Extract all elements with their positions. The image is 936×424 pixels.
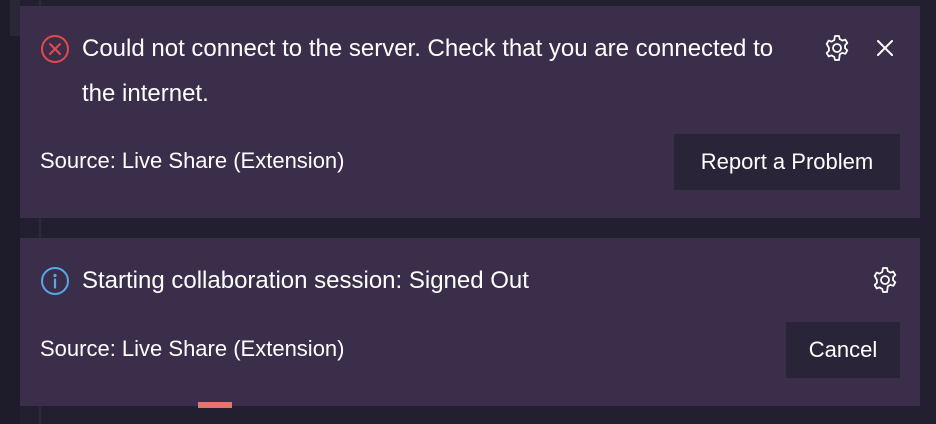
cancel-button[interactable]: Cancel bbox=[786, 322, 900, 378]
notification-error: Could not connect to the server. Check t… bbox=[20, 6, 920, 218]
report-problem-button[interactable]: Report a Problem bbox=[674, 134, 900, 190]
info-circle-icon bbox=[40, 266, 70, 296]
editor-marker bbox=[198, 402, 232, 408]
close-icon[interactable] bbox=[870, 33, 900, 63]
notification-source: Source: Live Share (Extension) bbox=[40, 148, 345, 173]
gear-icon[interactable] bbox=[822, 33, 852, 63]
notification-info: Starting collaboration session: Signed O… bbox=[20, 238, 920, 406]
notification-message: Starting collaboration session: Signed O… bbox=[82, 267, 529, 294]
error-circle-icon bbox=[40, 34, 70, 64]
sidebar-edge bbox=[0, 0, 20, 424]
notification-message: Could not connect to the server. Check t… bbox=[82, 35, 774, 107]
notification-source: Source: Live Share (Extension) bbox=[40, 336, 345, 361]
gear-icon[interactable] bbox=[870, 265, 900, 295]
